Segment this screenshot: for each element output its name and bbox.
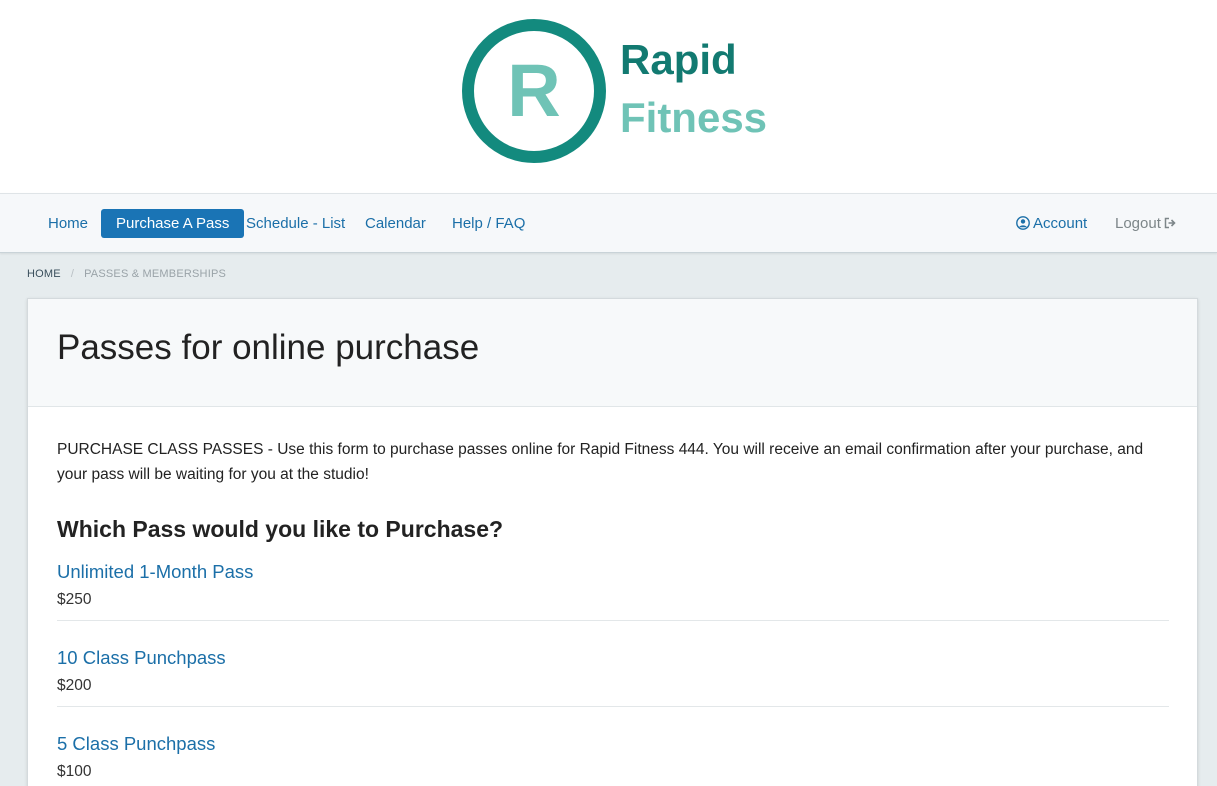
pass-price: $250	[57, 591, 92, 608]
nav-home[interactable]: Home	[33, 209, 103, 238]
pass-question-heading: Which Pass would you like to Purchase?	[57, 516, 504, 542]
pass-name-link[interactable]: Unlimited 1-Month Pass	[57, 561, 253, 583]
divider	[57, 706, 1169, 707]
pass-price: $200	[57, 677, 92, 694]
breadcrumb-home[interactable]: HOME	[27, 268, 61, 280]
logo-word-fitness: Fitness	[620, 94, 768, 141]
card-header: Passes for online purchase	[28, 299, 1197, 407]
pass-price: $100	[57, 763, 92, 780]
pass-item: Unlimited 1-Month Pass $250	[57, 561, 1169, 647]
logo-word-rapid: Rapid	[620, 36, 737, 83]
passes-card: Passes for online purchase PURCHASE CLAS…	[27, 298, 1198, 786]
breadcrumb-separator: /	[70, 268, 75, 280]
breadcrumb: HOME / PASSES & MEMBERSHIPS	[27, 268, 226, 280]
nav-account[interactable]: Account	[1001, 209, 1102, 238]
nav-account-label: Account	[1033, 215, 1088, 232]
user-circle-icon	[1016, 209, 1030, 238]
intro-text: PURCHASE CLASS PASSES - Use this form to…	[57, 441, 1144, 483]
page-title: Passes for online purchase	[57, 328, 480, 367]
rapid-fitness-logo[interactable]: R Rapid Fitness	[460, 16, 768, 164]
nav-help-faq[interactable]: Help / FAQ	[437, 209, 540, 238]
nav-logout-label: Logout	[1115, 215, 1161, 232]
nav-calendar[interactable]: Calendar	[350, 209, 441, 238]
sign-out-icon	[1164, 209, 1177, 238]
nav-purchase-a-pass[interactable]: Purchase A Pass	[101, 209, 245, 238]
pass-name-link[interactable]: 10 Class Punchpass	[57, 647, 226, 669]
breadcrumb-current: PASSES & MEMBERSHIPS	[84, 268, 227, 280]
divider	[57, 620, 1169, 621]
pass-item: 5 Class Punchpass $100	[57, 733, 1169, 786]
main-navbar: Home Purchase A Pass Schedule - List Cal…	[0, 193, 1217, 253]
site-header: R Rapid Fitness	[0, 0, 1217, 193]
nav-schedule-list[interactable]: Schedule - List	[231, 209, 360, 238]
pass-name-link[interactable]: 5 Class Punchpass	[57, 733, 215, 755]
logo-letter: R	[507, 49, 561, 132]
pass-item: 10 Class Punchpass $200	[57, 647, 1169, 733]
nav-logout[interactable]: Logout	[1100, 209, 1192, 238]
